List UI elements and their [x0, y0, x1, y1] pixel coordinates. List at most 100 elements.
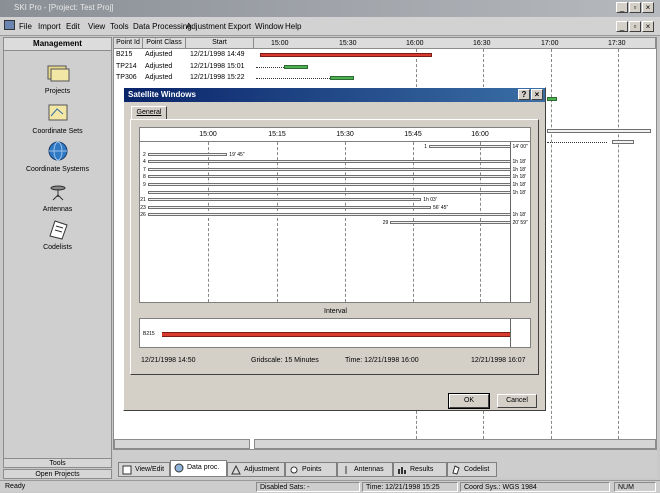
close-button[interactable]: ×: [642, 2, 654, 13]
tab-points[interactable]: Points: [285, 462, 337, 477]
menu-edit[interactable]: Edit: [66, 22, 80, 31]
timeline-label: 16:30: [473, 40, 491, 47]
satellite-window-bar[interactable]: [147, 190, 511, 194]
menu-data-processing[interactable]: Data Processing: [133, 22, 192, 31]
coordinate-sets-icon: [48, 104, 67, 121]
time-tick: 15:30: [336, 131, 354, 138]
col-header-point-class[interactable]: Point Class: [143, 38, 186, 49]
satellite-window-bar[interactable]: [147, 205, 431, 209]
col-header-start[interactable]: Start: [186, 38, 254, 49]
interval-bar[interactable]: [162, 332, 511, 337]
timeline-bar[interactable]: [612, 140, 634, 144]
satellite-window-bar[interactable]: [147, 213, 511, 217]
sidebar-item-codelists[interactable]: Codelists: [4, 218, 111, 251]
menu-view[interactable]: View: [88, 22, 105, 31]
satellite-duration: 1h 18': [512, 159, 526, 166]
menu-tools[interactable]: Tools: [110, 22, 129, 31]
info-start-time: 12/21/1998 14:50: [141, 357, 196, 364]
menu-bar: File Import Edit View Tools Data Process…: [0, 17, 660, 36]
satellite-window-bar[interactable]: [147, 183, 511, 186]
menu-help[interactable]: Help: [285, 22, 301, 31]
tab-results[interactable]: Results: [393, 462, 447, 477]
satellite-window-bar[interactable]: [147, 198, 422, 202]
sidebar-item-label: Coordinate Sets: [32, 128, 83, 135]
tab-general[interactable]: General: [131, 106, 167, 120]
antenna-icon: [50, 185, 65, 201]
menu-export[interactable]: Export: [228, 22, 251, 31]
app-title-bar: SKI Pro - [Project: Test Proj] _ ▫ ×: [0, 0, 660, 17]
satellite-window-bar[interactable]: [147, 167, 511, 171]
sidebar-open-projects-button[interactable]: Open Projects: [3, 469, 112, 479]
table-horizontal-scrollbar[interactable]: [114, 439, 250, 449]
satellite-number: 8: [142, 174, 146, 181]
satellite-window-bar[interactable]: [147, 152, 228, 156]
timeline-bar[interactable]: [330, 76, 354, 80]
mdi-minimize-button[interactable]: _: [616, 21, 628, 32]
results-icon: [398, 467, 406, 474]
sidebar-item-coordinate-sets[interactable]: Coordinate Sets: [4, 102, 111, 135]
cancel-button[interactable]: Cancel: [497, 394, 537, 408]
status-ready: Ready: [5, 483, 26, 490]
satellite-number: 1: [424, 144, 428, 150]
satellite-window-bar[interactable]: [147, 160, 511, 164]
maximize-button[interactable]: ▫: [629, 2, 641, 13]
bottom-tab-bar: View/Edit Data proc. Adjustment Points A…: [113, 450, 657, 478]
satellite-duration: 56' 45": [433, 204, 449, 211]
satellite-windows-dialog: Satellite Windows ? × General 15:00 15:1…: [123, 87, 546, 411]
satellite-duration: 1h 03': [423, 197, 437, 204]
tab-codelist[interactable]: Codelist: [447, 462, 497, 477]
sidebar-item-antennas[interactable]: Antennas: [4, 180, 111, 213]
mdi-close-button[interactable]: ×: [642, 21, 654, 32]
timeline-bar[interactable]: [260, 53, 432, 57]
satellite-window-bar[interactable]: [147, 175, 511, 179]
antenna-icon: [345, 466, 347, 474]
timeline-label: 15:30: [339, 40, 357, 47]
dialog-help-button[interactable]: ?: [518, 89, 530, 100]
timeline-label: 17:00: [541, 40, 559, 47]
timeline-label: 16:00: [406, 40, 424, 47]
timeline-bar[interactable]: [547, 97, 557, 101]
mdi-restore-button[interactable]: ▫: [629, 21, 641, 32]
satellite-window-bar[interactable]: [390, 221, 511, 224]
timeline-horizontal-scrollbar[interactable]: [254, 439, 656, 449]
satellite-duration: 1h 18': [512, 189, 526, 196]
satellite-number: 7: [142, 166, 146, 173]
view-edit-icon: [122, 465, 132, 475]
dialog-close-button[interactable]: ×: [531, 89, 543, 100]
timeline-label: 15:00: [271, 40, 289, 47]
menu-file[interactable]: File: [19, 22, 32, 31]
timeline-bar[interactable]: [547, 129, 651, 133]
col-header-point-id[interactable]: Point Id: [114, 38, 143, 49]
info-end-time: 12/21/1998 16:07: [471, 357, 526, 364]
time-tick: 16:00: [471, 131, 489, 138]
sidebar-item-projects[interactable]: Projects: [4, 62, 111, 95]
general-tab-panel: 15:00 15:15 15:30 15:45 16:00 1 14' 00" 2 1…: [130, 119, 539, 375]
status-disabled-sats: Disabled Sats: -: [256, 482, 360, 492]
satellite-duration: 20' 59": [512, 220, 528, 226]
info-time: Time: 12/21/1998 16:00: [345, 357, 419, 364]
sidebar-item-coordinate-systems[interactable]: Coordinate Systems: [4, 140, 111, 173]
satellite-number: 9: [142, 182, 146, 188]
satellite-window-bar[interactable]: [429, 145, 511, 148]
time-axis: 15:00 15:15 15:30 15:45 16:00: [140, 128, 530, 142]
menu-window[interactable]: Window: [255, 22, 283, 31]
ok-button[interactable]: OK: [448, 393, 490, 409]
satellite-duration: 1h 18': [512, 212, 526, 219]
minimize-button[interactable]: _: [616, 2, 628, 13]
status-coord-sys: Coord Sys.: WGS 1984: [460, 482, 610, 492]
tab-adjustment[interactable]: Adjustment: [227, 462, 285, 477]
satellite-duration: 1h 18': [512, 174, 526, 181]
sidebar-item-label: Codelists: [43, 244, 72, 251]
timeline-bar[interactable]: [284, 65, 308, 69]
management-sidebar: Management Projects Coordinate Sets Coor…: [3, 37, 112, 462]
menu-adjustment[interactable]: Adjustment: [186, 22, 226, 31]
sidebar-tools-button[interactable]: Tools: [3, 458, 112, 468]
app-menu-icon[interactable]: [4, 20, 15, 30]
menu-import[interactable]: Import: [38, 22, 61, 31]
tab-data-proc[interactable]: Data proc.: [170, 460, 227, 477]
satellite-number: 23: [140, 204, 146, 211]
adjustment-icon: [231, 465, 241, 475]
tab-view-edit[interactable]: View/Edit: [118, 462, 170, 477]
tab-antennas[interactable]: Antennas: [337, 462, 393, 477]
satellite-number: 21: [140, 197, 146, 204]
